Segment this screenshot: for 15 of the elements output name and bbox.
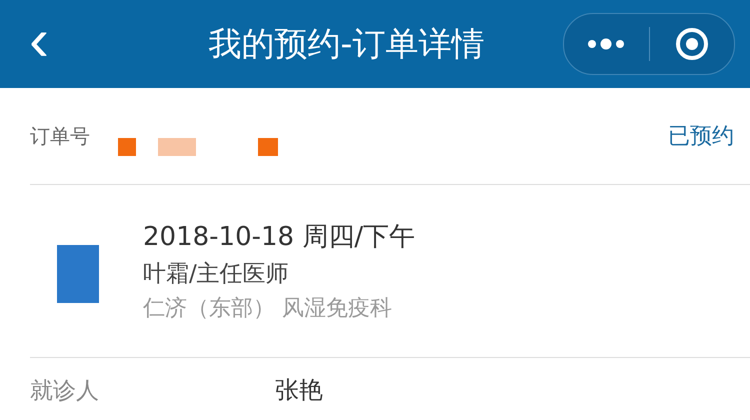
redaction-mark — [158, 138, 196, 156]
appointment-date: 2018-10-18 周四/下午 — [143, 221, 416, 254]
redaction-mark — [258, 138, 278, 156]
doctor-name: 叶霜/主任医师 — [143, 260, 290, 289]
photo-placeholder — [57, 245, 99, 303]
department-text: 仁济（东部） 风湿免疫科 — [143, 295, 393, 323]
redaction-mark — [118, 138, 136, 156]
page-title: 我的预约-订单详情 — [208, 22, 486, 64]
order-number-label: 订单号 — [30, 122, 91, 150]
order-status: 已预约 — [668, 123, 734, 151]
more-icon — [586, 38, 626, 50]
field-label: 就诊人 — [30, 376, 100, 406]
back-button[interactable]: ‹ — [0, 10, 60, 78]
field-value: 张艳 — [275, 375, 323, 406]
target-icon — [674, 27, 709, 61]
